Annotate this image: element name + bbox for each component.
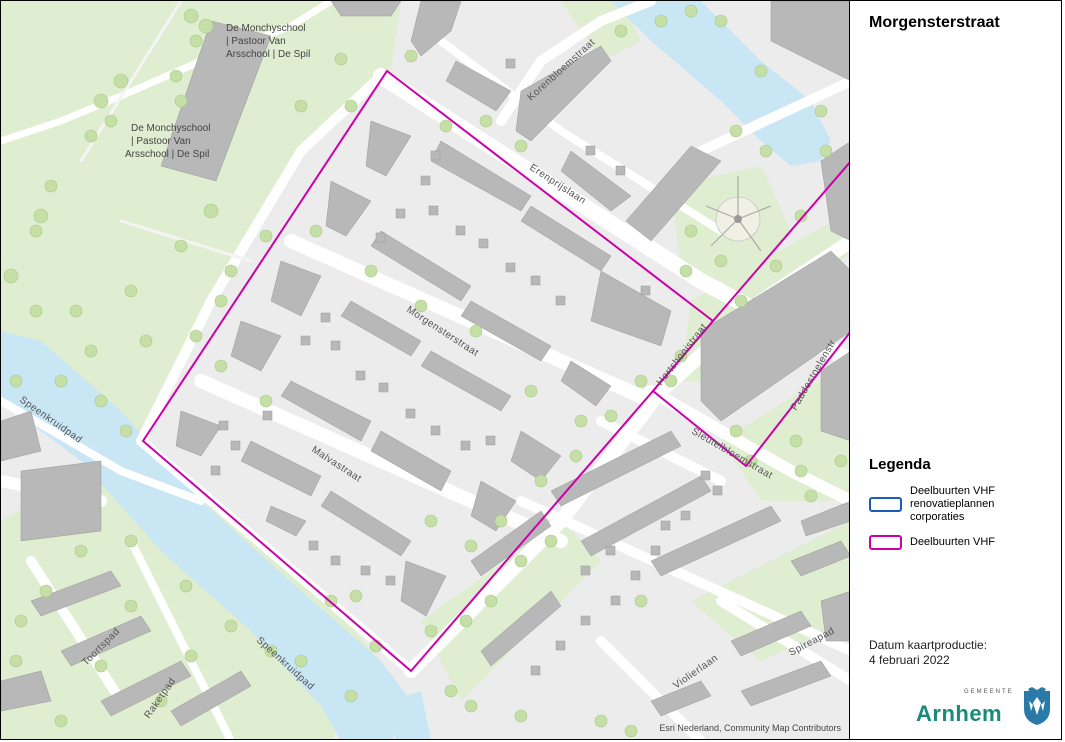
poi-school-b-line3: Arsschool | De Spil xyxy=(125,149,209,160)
legend-label-vhf: Deelbuurten VHF xyxy=(910,536,995,548)
legend-swatch-blue xyxy=(869,497,902,512)
poi-school-b-line2: | Pastoor Van xyxy=(131,136,191,147)
production-date: Datum kaartproductie: 4 februari 2022 xyxy=(869,638,987,668)
legend-swatch-magenta xyxy=(869,535,902,550)
map-canvas[interactable]: Korenbloemstraat Erenprijslaan Morgenste… xyxy=(0,0,850,740)
poi-school-b-line1: De Monchyschool xyxy=(131,123,210,134)
poi-school-a-line1: De Monchyschool xyxy=(226,23,305,34)
legend-panel: Morgensterstraat Legenda Deelbuurten VHF… xyxy=(850,0,1062,740)
date-value: 4 februari 2022 xyxy=(869,653,950,667)
map-attribution: Esri Nederland, Community Map Contributo… xyxy=(659,723,841,733)
date-label: Datum kaartproductie: xyxy=(869,638,988,652)
arnhem-logo: GEMEENTE Arnhem xyxy=(916,687,1056,731)
map-svg: Korenbloemstraat Erenprijslaan Morgenste… xyxy=(1,1,849,739)
logo-text: Arnhem xyxy=(916,701,1003,726)
poi-school-a-line2: | Pastoor Van xyxy=(226,36,286,47)
map-title: Morgensterstraat xyxy=(869,14,1000,31)
poi-school-a-line3: Arsschool | De Spil xyxy=(226,49,310,60)
legend-title: Legenda xyxy=(869,456,931,473)
legend-label-renovatie: Deelbuurten VHF renovatieplannen corpora… xyxy=(910,485,995,523)
logo-small-text: GEMEENTE xyxy=(964,689,1014,695)
arnhem-crest-icon xyxy=(1024,687,1050,725)
